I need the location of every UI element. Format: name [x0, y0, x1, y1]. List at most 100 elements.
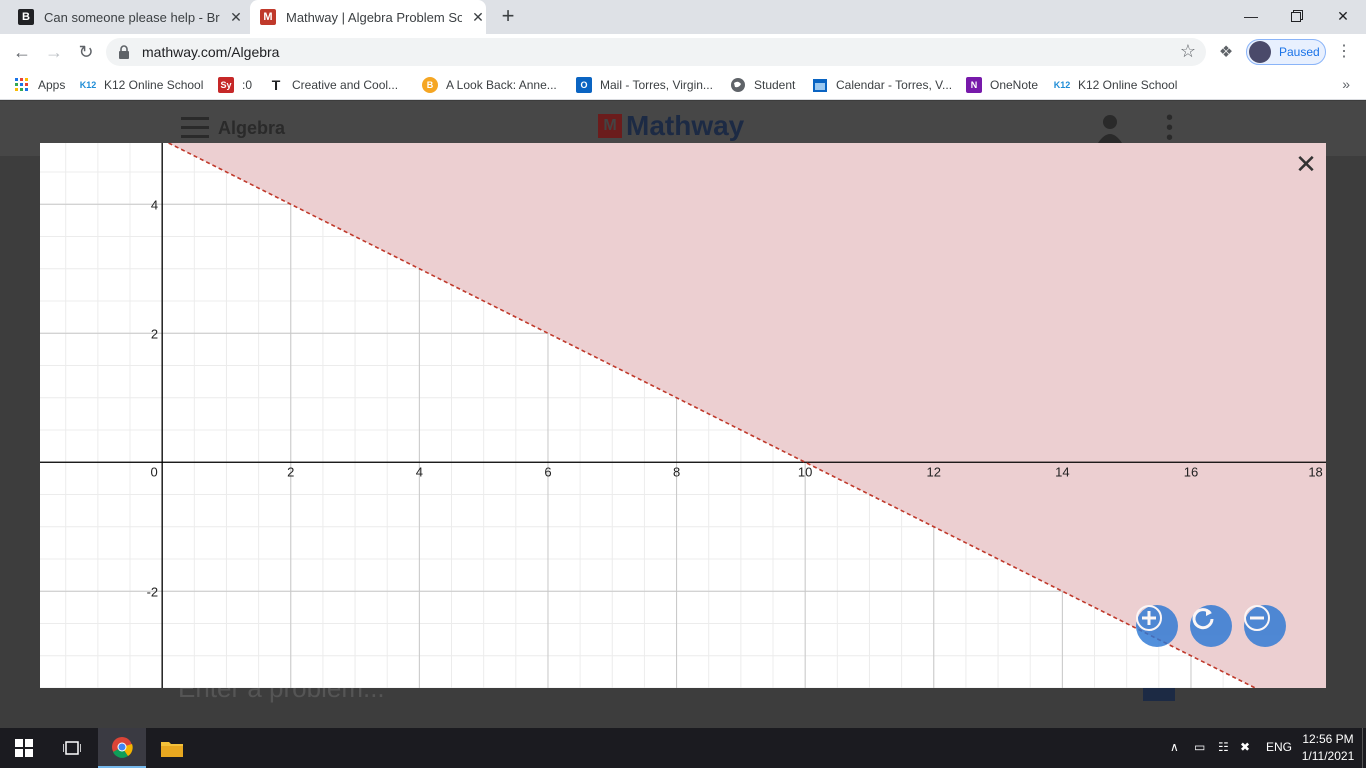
- tab-title: Mathway | Algebra Problem Solv: [286, 9, 462, 25]
- screen: B Can someone please help - Brain ✕ M Ma…: [0, 0, 1366, 768]
- x-tick-label: 6: [544, 464, 551, 479]
- bookmark-label: K12 Online School: [1078, 78, 1178, 92]
- graph-canvas[interactable]: 0 2 4 6 8 10 12 14 16 18 4 2 -2: [40, 143, 1326, 688]
- bookmark-star-icon[interactable]: ☆: [1180, 41, 1196, 62]
- language-indicator[interactable]: ENG: [1266, 740, 1292, 754]
- bookmark-label: Student: [754, 78, 796, 92]
- logo-mark: M: [598, 114, 622, 138]
- address-bar[interactable]: mathway.com/Algebra ☆: [106, 38, 1206, 66]
- bookmark-label: OneNote: [990, 78, 1039, 92]
- close-graph-button[interactable]: ✕: [1294, 151, 1318, 177]
- x-tick-label: 12: [927, 464, 941, 479]
- zoom-in-button[interactable]: [1136, 605, 1178, 647]
- new-tab-button[interactable]: +: [496, 5, 520, 29]
- user-icon[interactable]: [1096, 113, 1124, 143]
- x-tick-label: 8: [673, 464, 680, 479]
- b-coin-icon: B: [422, 77, 438, 93]
- browser-toolbar: ← → ↻ mathway.com/Algebra ☆ ❖ Paused ⋮: [0, 34, 1366, 70]
- bookmark-label: A Look Back: Anne...: [446, 78, 557, 92]
- mathway-favicon-icon: M: [260, 9, 276, 25]
- bookmark-calendar[interactable]: Calendar - Torres, V...: [812, 76, 952, 94]
- profile-status: Paused: [1279, 45, 1320, 59]
- refresh-icon: [1192, 608, 1214, 630]
- bookmark-k12-2[interactable]: K12 K12 Online School: [1053, 76, 1178, 94]
- globe-icon: [731, 78, 745, 92]
- tray-chevron-icon[interactable]: ∧: [1170, 740, 1179, 754]
- x-tick-label: 2: [287, 464, 294, 479]
- k12-icon: K12: [1053, 80, 1071, 90]
- clock-time: 12:56 PM: [1302, 732, 1354, 746]
- bookmark-apps[interactable]: Apps: [14, 76, 65, 94]
- file-explorer-icon[interactable]: [148, 728, 196, 768]
- profile-button[interactable]: Paused: [1246, 39, 1326, 65]
- tab-mathway[interactable]: M Mathway | Algebra Problem Solv ✕: [250, 0, 486, 34]
- y-tick-label: 2: [151, 326, 158, 341]
- bookmark-creative[interactable]: T Creative and Cool...: [268, 76, 398, 94]
- zoom-out-button[interactable]: [1244, 605, 1286, 647]
- windows-start-icon[interactable]: [0, 728, 48, 768]
- x-tick-label: 16: [1184, 464, 1198, 479]
- tab-title: Can someone please help - Brain: [44, 9, 220, 25]
- reset-view-button[interactable]: [1190, 605, 1232, 647]
- mathway-logo: M Mathway: [598, 110, 745, 141]
- x-tick-label: 18: [1308, 464, 1322, 479]
- restore-icon[interactable]: [1274, 0, 1320, 32]
- windows-logo: [15, 739, 33, 757]
- apps-grid-icon: [15, 78, 28, 91]
- page-menu-icon[interactable]: • • •: [1166, 108, 1174, 148]
- back-arrow-icon[interactable]: ←: [8, 38, 36, 66]
- bookmark-label: K12 Online School: [104, 78, 204, 92]
- lock-icon: [119, 45, 129, 59]
- forward-arrow-icon[interactable]: →: [40, 38, 68, 66]
- bookmark-student[interactable]: Student: [730, 76, 795, 94]
- taskbar-clock[interactable]: 12:56 PM 1/11/2021: [1296, 731, 1360, 765]
- minimize-icon[interactable]: —: [1228, 0, 1274, 32]
- x-tick-label: 4: [416, 464, 423, 479]
- bookmark-label: Calendar - Torres, V...: [836, 78, 953, 92]
- outlook-icon: O: [576, 77, 592, 93]
- y-tick-label: -2: [147, 584, 159, 599]
- bookmarks-overflow-icon[interactable]: »: [1342, 76, 1350, 92]
- bookmark-mail[interactable]: O Mail - Torres, Virgin...: [576, 76, 713, 94]
- bookmark-onenote[interactable]: N OneNote: [966, 76, 1038, 94]
- t-icon: T: [271, 77, 281, 93]
- bookmark-look-back[interactable]: B A Look Back: Anne...: [422, 76, 557, 94]
- onenote-icon: N: [966, 77, 982, 93]
- minus-icon: [1244, 605, 1270, 631]
- restore-glyph: [1291, 10, 1303, 22]
- reload-icon[interactable]: ↻: [72, 38, 100, 66]
- bookmark-label: :0: [242, 78, 253, 92]
- speaker-muted-icon[interactable]: ✖: [1240, 740, 1250, 754]
- task-view-icon[interactable]: [48, 728, 96, 768]
- bookmark-label: Creative and Cool...: [292, 78, 399, 92]
- tab-brainly[interactable]: B Can someone please help - Brain ✕: [0, 0, 248, 34]
- close-window-icon[interactable]: ✕: [1320, 0, 1366, 32]
- chrome-icon: [112, 737, 133, 758]
- x-tick-label: 14: [1055, 464, 1069, 479]
- hamburger-menu-icon[interactable]: [181, 117, 209, 139]
- avatar: [1249, 41, 1271, 63]
- folder-icon: [161, 742, 183, 757]
- brainly-favicon-icon: B: [18, 9, 34, 25]
- x-tick-label: 10: [798, 464, 812, 479]
- battery-icon[interactable]: ▭: [1194, 740, 1205, 754]
- chrome-taskbar-icon[interactable]: [98, 728, 146, 768]
- bookmarks-bar: Apps K12 K12 Online School Sy :0 T Creat…: [0, 70, 1366, 100]
- app-title: Algebra: [218, 118, 286, 138]
- x-tick-label: 0: [151, 464, 158, 479]
- bookmark-sy[interactable]: Sy :0: [218, 76, 252, 94]
- clock-date: 1/11/2021: [1301, 749, 1355, 763]
- extensions-puzzle-icon[interactable]: ❖: [1216, 42, 1236, 62]
- calendar-icon: [813, 79, 827, 92]
- wifi-icon[interactable]: ☷: [1218, 740, 1229, 754]
- logo-text: Mathway: [626, 110, 745, 141]
- browser-menu-icon[interactable]: ⋮: [1336, 42, 1352, 62]
- plus-icon: [1136, 605, 1162, 631]
- bookmark-k12[interactable]: K12 K12 Online School: [80, 76, 204, 94]
- close-tab-icon[interactable]: ✕: [228, 9, 244, 25]
- task-view-glyph: [63, 741, 81, 755]
- y-tick-label: 4: [151, 197, 158, 212]
- show-desktop-button[interactable]: [1362, 728, 1366, 768]
- bookmark-label: Mail - Torres, Virgin...: [600, 78, 713, 92]
- close-tab-icon[interactable]: ✕: [470, 9, 486, 25]
